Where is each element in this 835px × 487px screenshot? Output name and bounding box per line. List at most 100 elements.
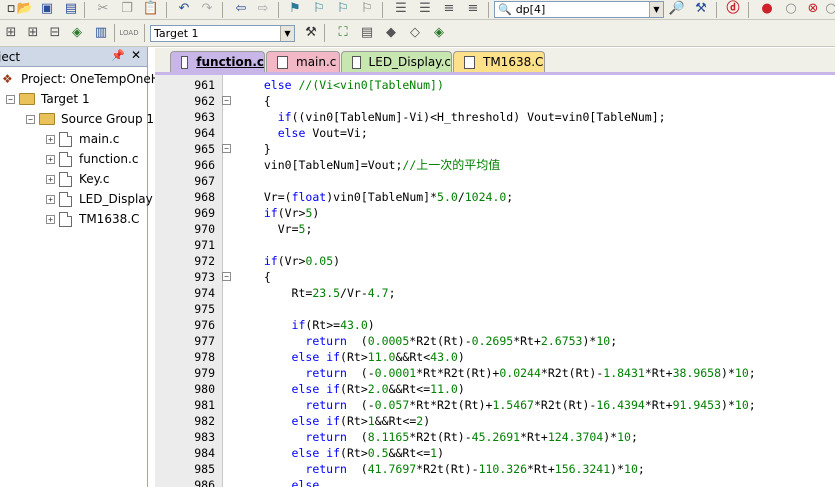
line-number: 983 (194, 430, 215, 444)
code-line[interactable]: 971 (155, 237, 835, 253)
code-line[interactable]: 969 if(Vr>5) (155, 205, 835, 221)
code-line[interactable]: 977 return (0.0005*R2t(Rt)-0.2695*Rt+2.6… (155, 333, 835, 349)
line-number: 963 (194, 110, 215, 124)
code-line[interactable]: 974 Rt=23.5/Vr-4.7; (155, 285, 835, 301)
code-line[interactable]: 967 (155, 173, 835, 189)
toolbar-separator (166, 2, 167, 18)
expand-icon[interactable]: + (46, 174, 55, 184)
expand-icon[interactable]: + (46, 154, 55, 164)
code-line[interactable]: 978 else if(Rt>11.0&&Rt<43.0) (155, 349, 835, 365)
code-line[interactable]: 962− { (155, 93, 835, 109)
code-line[interactable]: 983 return (8.1165*R2t(Rt)-45.2691*Rt+12… (155, 429, 835, 445)
breakpoint-kill-all-icon[interactable]: ⊗ (804, 1, 822, 17)
toolbar-separator (114, 24, 115, 42)
navigate-forward-icon[interactable]: ⇨ (254, 1, 272, 17)
open-file-icon[interactable]: 📂 (16, 1, 34, 17)
code-line[interactable]: 982 else if(Rt>1&&Rt<=2) (155, 413, 835, 429)
tab-tm1638-c[interactable]: TM1638.C (453, 51, 545, 72)
tree-item-project[interactable]: ❖ Project: OneTempOneH (2, 69, 160, 89)
redo-icon[interactable]: ↷ (198, 1, 216, 17)
environment-icon[interactable]: ◈ (430, 25, 448, 41)
manage-components-icon[interactable]: ▤ (358, 25, 376, 41)
tree-item-target[interactable]: − Target 1 (6, 89, 90, 109)
batch-build-icon[interactable]: ◈ (68, 25, 86, 41)
collapse-icon[interactable]: − (26, 114, 35, 124)
close-icon[interactable]: ✕ (131, 48, 141, 62)
code-line[interactable]: 961 else //(Vi<vin0[TableNum]) (155, 77, 835, 93)
code-line[interactable]: 964 else Vout=Vi; (155, 125, 835, 141)
uncomment-icon[interactable]: ≡ (464, 1, 482, 17)
code-line[interactable]: 970 Vr=5; (155, 221, 835, 237)
tree-item-file[interactable]: + function.c (46, 149, 138, 169)
save-icon[interactable]: ▣ (38, 1, 56, 17)
fold-toggle-icon[interactable]: − (222, 144, 231, 153)
fold-toggle-icon[interactable]: − (222, 272, 231, 281)
code-line[interactable]: 968 Vr=(float)vin0[TableNum]*5.0/1024.0; (155, 189, 835, 205)
expand-icon[interactable]: + (46, 214, 55, 224)
tree-item-file[interactable]: + LED_Display (46, 189, 153, 209)
breakpoint-insert-icon[interactable]: ● (758, 1, 776, 17)
code-line[interactable]: 985 return (41.7697*R2t(Rt)-110.326*Rt+1… (155, 461, 835, 477)
collapse-icon[interactable]: − (6, 94, 15, 104)
download-icon[interactable]: LOAD (119, 25, 138, 41)
fold-toggle-icon[interactable]: − (222, 96, 231, 105)
code-line[interactable]: 972 if(Vr>0.05) (155, 253, 835, 269)
tab-main-c[interactable]: main.c (266, 51, 340, 72)
expand-icon[interactable]: + (46, 134, 55, 144)
select-packs-icon[interactable]: ◆ (382, 25, 400, 41)
file-extensions-icon[interactable]: ⛶ (334, 25, 352, 41)
build-icon[interactable]: ⊞ (24, 25, 42, 41)
chevron-down-icon[interactable]: ▼ (280, 26, 294, 41)
tree-item-file[interactable]: + main.c (46, 129, 119, 149)
project-pane-title: ject (0, 49, 21, 64)
target-select[interactable]: Target 1 ▼ (150, 25, 295, 42)
rebuild-icon[interactable]: ⊟ (46, 25, 64, 41)
next-bookmark-icon[interactable]: ⚐ (334, 1, 352, 17)
stop-build-icon[interactable]: ▥ (92, 25, 110, 41)
debug-start-icon[interactable]: ⓓ (724, 1, 742, 17)
code-editor[interactable]: 961 else //(Vi<vin0[TableNum]) 962− {963 … (155, 72, 835, 487)
navigate-back-icon[interactable]: ⇦ (232, 1, 250, 17)
save-all-icon[interactable]: ▤ (62, 1, 80, 17)
tab-led-display-c[interactable]: LED_Display.c (341, 51, 452, 72)
code-line[interactable]: 980 else if(Rt>2.0&&Rt<=11.0) (155, 381, 835, 397)
code-line[interactable]: 986 else (155, 477, 835, 487)
translate-icon[interactable]: ⊞ (2, 25, 20, 41)
pack-installer-icon[interactable]: ◇ (406, 25, 424, 41)
code-line[interactable]: 973− { (155, 269, 835, 285)
code-line[interactable]: 963 if((vin0[TableNum]-Vi)<H_threshold) … (155, 109, 835, 125)
comment-icon[interactable]: ≡ (440, 1, 458, 17)
breakpoint-toggle-icon[interactable]: ○ (822, 1, 835, 17)
incremental-find-icon[interactable]: ⚒ (692, 1, 710, 17)
code-line[interactable]: 976 if(Rt>=43.0) (155, 317, 835, 333)
tree-item-file[interactable]: + Key.c (46, 169, 109, 189)
code-line[interactable]: 979 return (-0.0001*Rt*R2t(Rt)+0.0244*R2… (155, 365, 835, 381)
prev-bookmark-icon[interactable]: ⚐ (310, 1, 328, 17)
indent-icon[interactable]: ☰ (392, 1, 410, 17)
target-options-icon[interactable]: ⚒ (302, 25, 320, 41)
code-line[interactable]: 975 (155, 301, 835, 317)
paste-icon[interactable]: 📋 (142, 1, 160, 17)
find-combo[interactable]: 🔍 dp[4] ▼ (494, 1, 664, 18)
line-number: 971 (194, 238, 215, 252)
cut-icon[interactable]: ✂ (94, 1, 112, 17)
clear-bookmarks-icon[interactable]: ⚐ (358, 1, 376, 17)
code-line[interactable]: 966 vin0[TableNum]=Vout;//上一次的平均值 (155, 157, 835, 173)
pin-icon[interactable]: 📌 (111, 49, 125, 62)
code-line[interactable]: 984 else if(Rt>0.5&&Rt<=1) (155, 445, 835, 461)
code-text: Rt=23.5/Vr-4.7; (291, 286, 396, 300)
expand-icon[interactable]: + (46, 194, 55, 204)
unindent-icon[interactable]: ☰ (416, 1, 434, 17)
copy-icon[interactable]: ❐ (118, 1, 136, 17)
undo-icon[interactable]: ↶ (175, 1, 193, 17)
code-line[interactable]: 981 return (-0.057*Rt*R2t(Rt)+1.5467*R2t… (155, 397, 835, 413)
bookmark-icon[interactable]: ⚑ (286, 1, 304, 17)
tree-item-file[interactable]: + TM1638.C (46, 209, 139, 229)
tree-item-source-group[interactable]: − Source Group 1 (26, 109, 154, 129)
tab-function-c[interactable]: function.c (170, 51, 265, 72)
breakpoint-disable-icon[interactable]: ○ (782, 1, 800, 17)
toolbar-separator (382, 2, 383, 18)
find-in-files-icon[interactable]: 🔎 (668, 1, 686, 17)
code-line[interactable]: 965− } (155, 141, 835, 157)
chevron-down-icon[interactable]: ▼ (649, 2, 663, 17)
